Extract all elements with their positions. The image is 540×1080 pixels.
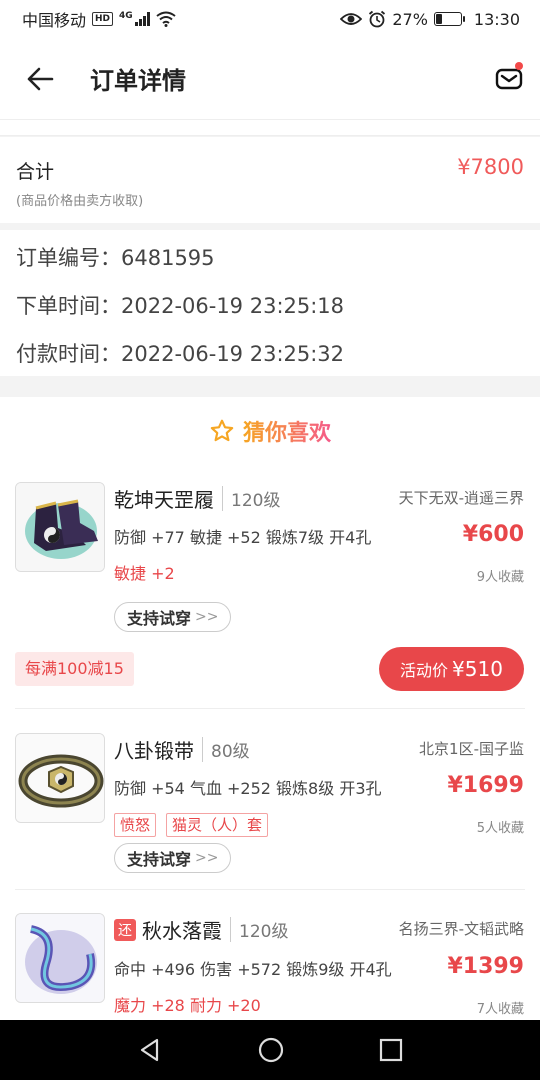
item-title: 八卦锻带 80级	[114, 735, 250, 764]
nav-recents-icon[interactable]	[379, 1038, 403, 1062]
total-card: 合计 (商品价格由卖方收取) ¥7800	[0, 137, 540, 223]
ribbon-image	[16, 914, 104, 1002]
signal-icon	[134, 12, 150, 26]
item-tag: 猫灵（人）套	[166, 813, 269, 837]
nav-back-icon[interactable]	[137, 1037, 163, 1063]
page-title: 订单详情	[90, 67, 186, 95]
order-info-card: 订单编号：6481595 下单时间：2022-06-19 23:25:18 付款…	[0, 230, 540, 376]
item-attrs: 命中 +496 伤害 +572 锻炼9级 开4孔	[114, 960, 392, 979]
order-time-label: 下单时间：	[16, 294, 121, 318]
recommend-item[interactable]: 还 秋水落霞 120级 名扬三界-文韬武略 命中 +496 伤害 +572 锻炼…	[0, 913, 540, 1023]
item-favorites: 9人收藏	[476, 570, 524, 585]
activity-label: 活动价	[400, 661, 449, 680]
battery-percent: 27%	[392, 9, 428, 29]
recommend-title: 猜你喜欢	[0, 415, 540, 447]
item-name: 八卦锻带	[114, 739, 194, 763]
pay-time-row: 付款时间：2022-06-19 23:25:32	[16, 338, 344, 368]
wifi-icon	[156, 11, 176, 27]
network-type: 4G	[119, 11, 133, 21]
back-button[interactable]	[0, 38, 80, 120]
try-on-button[interactable]: 支持试穿 >>	[114, 602, 232, 632]
item-server: 名扬三界-文韬武略	[398, 920, 524, 938]
divider	[15, 889, 525, 890]
total-value: ¥7800	[457, 155, 524, 179]
nav-home-icon[interactable]	[257, 1036, 285, 1064]
activity-price: ¥510	[452, 657, 503, 681]
item-server: 天下无双-逍遥三界	[398, 489, 524, 507]
item-thumbnail	[15, 913, 105, 1003]
item-title: 乾坤天罡履 120级	[114, 484, 280, 513]
order-time-value: 2022-06-19 23:25:18	[121, 294, 345, 318]
activity-price-button[interactable]: 活动价 ¥510	[379, 647, 524, 691]
promo-tag: 每满100减15	[15, 652, 134, 686]
recommend-item[interactable]: 八卦锻带 80级 北京1区-国子监 防御 +54 气血 +252 锻炼8级 开3…	[0, 733, 540, 890]
item-name: 秋水落霞	[142, 919, 222, 943]
try-on-button[interactable]: 支持试穿 >>	[114, 843, 232, 873]
item-server: 北京1区-国子监	[419, 740, 524, 758]
item-level: 120级	[230, 917, 288, 942]
item-price: ¥600	[462, 522, 524, 547]
carrier-name: 中国移动	[22, 11, 87, 30]
star-icon	[210, 419, 234, 442]
battery-fill	[435, 14, 442, 24]
item-level: 80级	[202, 737, 250, 762]
try-on-label: 支持试穿	[127, 609, 192, 628]
app-header: 订单详情	[0, 38, 540, 120]
recommend-item[interactable]: 乾坤天罡履 120级 天下无双-逍遥三界 防御 +77 敏捷 +52 锻炼7级 …	[0, 482, 540, 709]
item-thumbnail	[15, 733, 105, 823]
item-name: 乾坤天罡履	[114, 488, 214, 512]
chevron-right-icon: >>	[195, 850, 219, 866]
boots-image	[16, 483, 104, 571]
order-number-value: 6481595	[121, 246, 215, 270]
status-bar: 中国移动 HD 4G 27% 13:30	[0, 0, 540, 38]
clock: 13:30	[473, 9, 520, 29]
status-left: 中国移动 HD 4G	[22, 7, 176, 31]
belt-image	[16, 734, 104, 822]
item-title: 还 秋水落霞 120级	[114, 915, 288, 944]
order-number-row: 订单编号：6481595	[16, 242, 215, 272]
recommend-title-text: 猜你喜欢	[243, 415, 331, 447]
battery-icon	[433, 12, 465, 26]
item-favorites: 7人收藏	[476, 1002, 524, 1017]
eye-icon	[340, 13, 363, 25]
arrow-left-icon	[27, 67, 54, 90]
item-thumbnail	[15, 482, 105, 572]
item-price: ¥1699	[447, 773, 524, 798]
bargain-badge: 还	[114, 918, 136, 941]
status-right: 27% 13:30	[340, 10, 520, 29]
alarm-icon	[369, 10, 386, 28]
item-tag: 愤怒	[114, 813, 157, 837]
system-nav-bar	[0, 1020, 540, 1080]
order-number-label: 订单编号：	[16, 246, 121, 270]
item-attrs: 防御 +54 气血 +252 锻炼8级 开3孔	[114, 779, 382, 798]
total-label: 合计	[16, 161, 55, 183]
total-note: (商品价格由卖方收取)	[16, 194, 144, 209]
top-strip	[0, 120, 540, 136]
message-button[interactable]	[492, 62, 526, 96]
item-extra-attrs: 敏捷 +2	[114, 564, 175, 583]
unread-dot	[515, 62, 523, 70]
item-favorites: 5人收藏	[476, 821, 524, 836]
item-level: 120级	[222, 486, 280, 511]
item-extra-attrs: 魔力 +28 耐力 +20	[114, 996, 261, 1015]
divider	[15, 708, 525, 709]
pay-time-label: 付款时间：	[16, 342, 121, 366]
chevron-right-icon: >>	[195, 609, 219, 625]
pay-time-value: 2022-06-19 23:25:32	[121, 342, 345, 366]
recommend-section: 猜你喜欢 乾坤天罡履 120级 天下无双-逍遥三界 防御 +77 敏捷 +52 …	[0, 397, 540, 1020]
try-on-label: 支持试穿	[127, 850, 192, 869]
order-time-row: 下单时间：2022-06-19 23:25:18	[16, 290, 344, 320]
hd-badge: HD	[92, 12, 114, 26]
item-attrs: 防御 +77 敏捷 +52 锻炼7级 开4孔	[114, 528, 372, 547]
item-price: ¥1399	[447, 954, 524, 979]
mail-icon	[495, 68, 523, 90]
